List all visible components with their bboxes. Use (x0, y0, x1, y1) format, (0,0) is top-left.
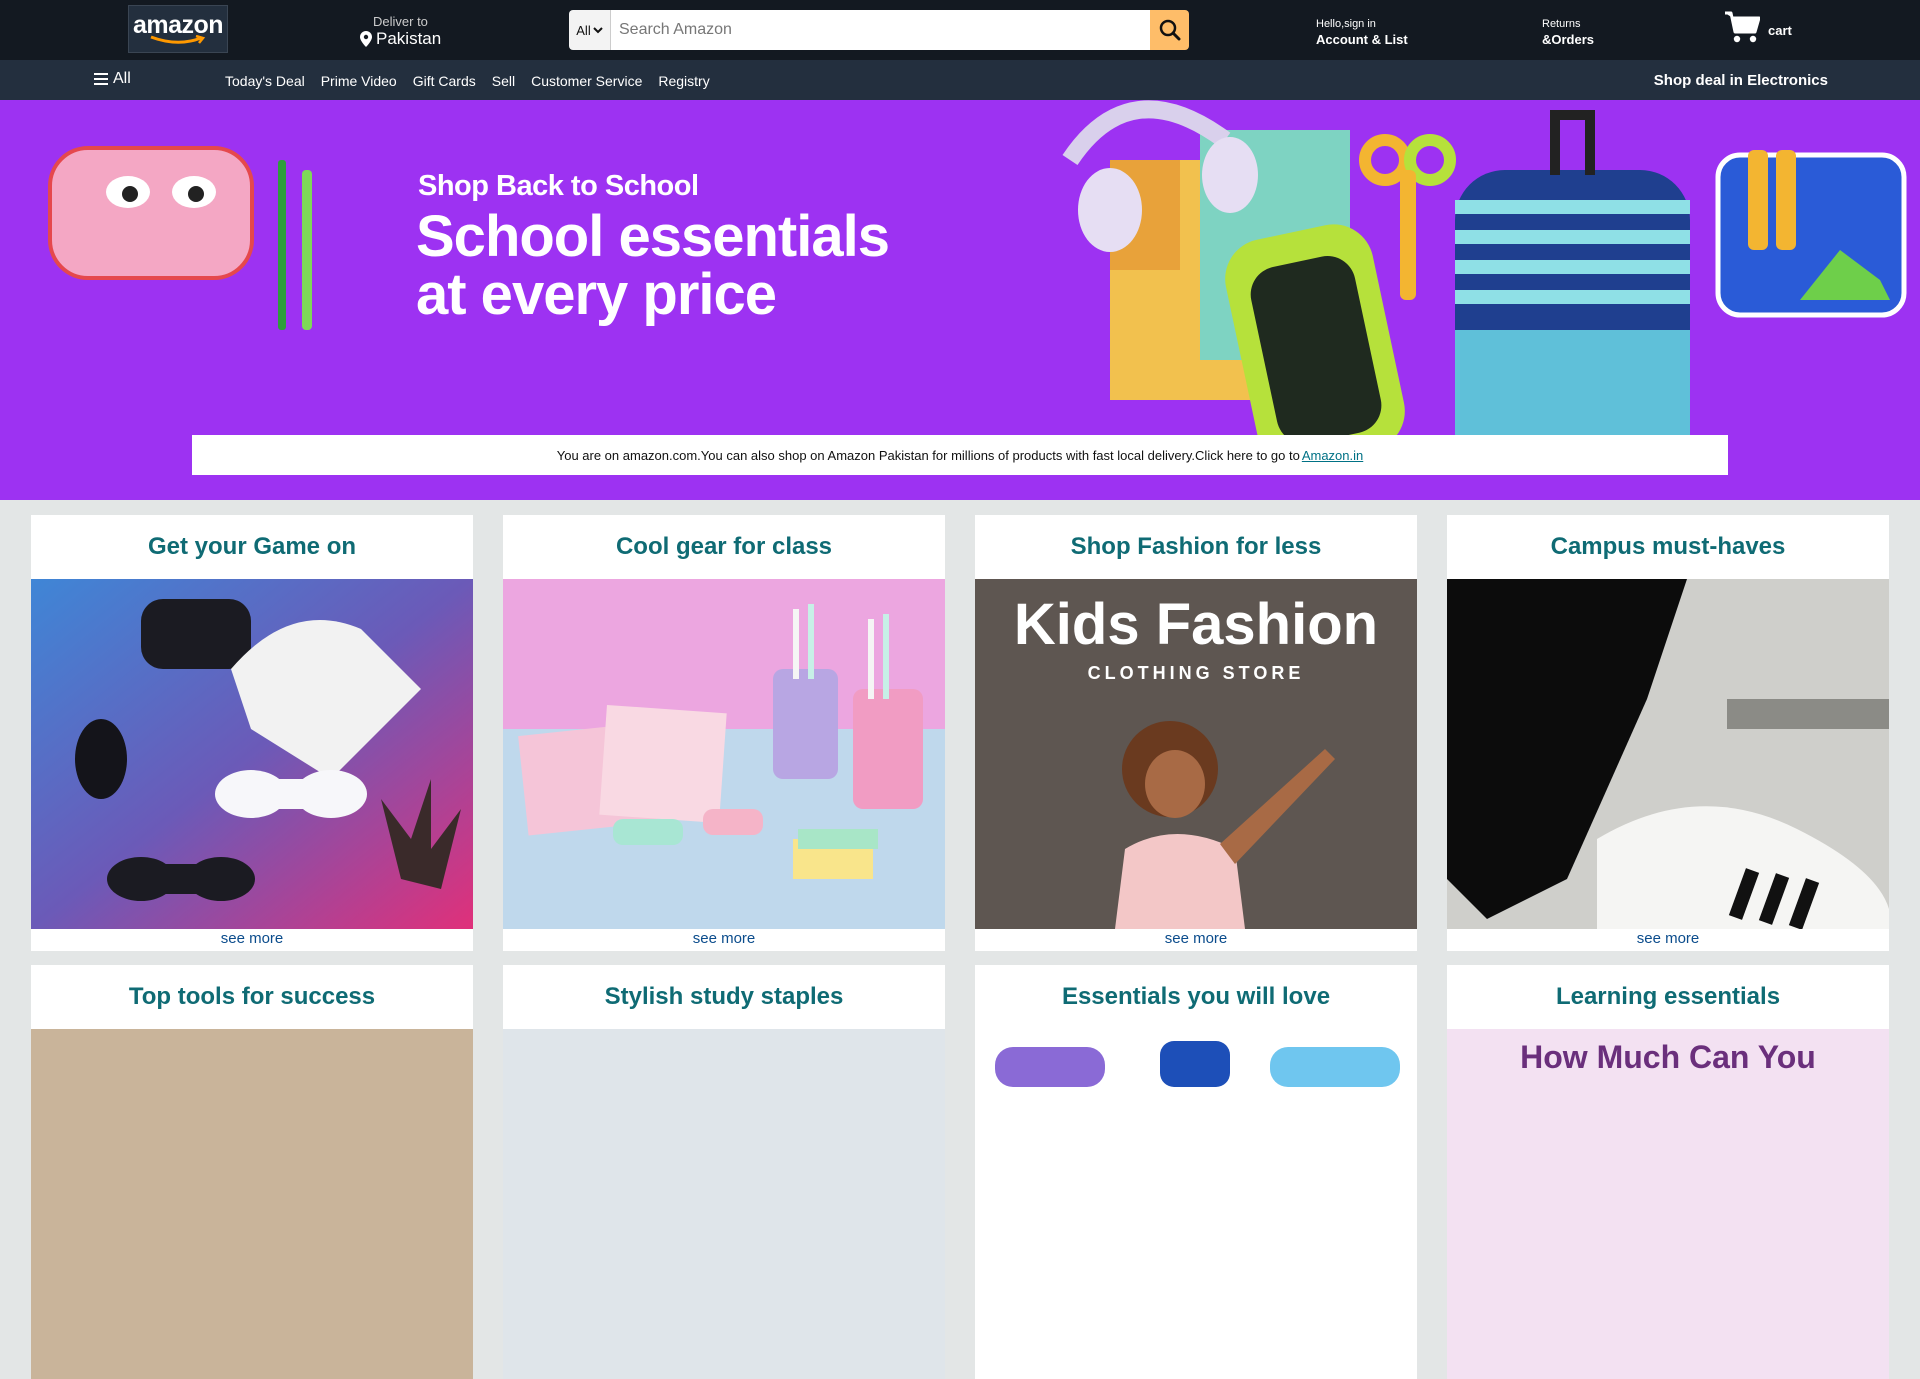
card-image-gaming[interactable] (31, 579, 473, 929)
subnav-links: Today's Deal Prime Video Gift Cards Sell… (225, 73, 710, 89)
card-title: Top tools for success (128, 983, 376, 1010)
card-title: Essentials you will love (1061, 983, 1331, 1010)
card-game: Get your Game on see more (31, 515, 473, 951)
hamburger-icon (94, 73, 108, 85)
deliver-to[interactable]: Deliver to Pakistan (360, 14, 441, 49)
hero-title-line2: at every price (416, 262, 777, 327)
subnav-link-customer-service[interactable]: Customer Service (531, 73, 642, 89)
card-title: Stylish study staples (604, 983, 844, 1010)
deliver-location: Pakistan (376, 29, 442, 48)
card-essentials-love: Essentials you will love (975, 965, 1417, 1379)
card-class-gear: Cool gear for class see more (503, 515, 945, 951)
cart-button[interactable]: cart (1724, 10, 1792, 44)
subnav-link-registry[interactable]: Registry (658, 73, 709, 89)
card-image-kids-fashion[interactable]: Kids Fashion CLOTHING STORE (975, 579, 1417, 929)
search-bar: All (569, 10, 1189, 50)
child-photo (1115, 721, 1335, 929)
search-input[interactable] (611, 10, 1150, 50)
account-label: Account & List (1316, 32, 1408, 47)
returns-orders[interactable]: Returns &Orders (1542, 18, 1594, 47)
locale-notice: You are on amazon.com.You can also shop … (192, 435, 1728, 475)
search-icon (1159, 19, 1180, 41)
deliver-label: Deliver to (373, 14, 428, 29)
card-learning: Learning essentials How Much Can You (1447, 965, 1889, 1379)
subnav-link-todays-deal[interactable]: Today's Deal (225, 73, 305, 89)
see-more-link[interactable]: see more (975, 929, 1417, 951)
card-image-tools[interactable] (31, 1029, 473, 1379)
cart-icon (1725, 11, 1760, 43)
gaming-gear-image (31, 579, 473, 929)
stationery-image (503, 579, 945, 929)
card-image-study[interactable] (503, 1029, 945, 1379)
see-more-link[interactable]: see more (1447, 929, 1889, 951)
card-title: Shop Fashion for less (1070, 533, 1322, 560)
smile-arrow-icon (150, 35, 206, 44)
card-image-learning[interactable]: How Much Can You (1447, 1029, 1889, 1379)
search-category-value: All (576, 22, 591, 38)
returns-label: Returns (1542, 18, 1581, 30)
hero-title: School essentials at every price (416, 204, 890, 327)
orders-label: &Orders (1542, 32, 1595, 47)
sneakers-image (1447, 579, 1889, 929)
all-menu-button[interactable]: All (94, 70, 131, 88)
amazon-logo[interactable]: amazon (128, 5, 228, 53)
sub-nav: All Today's Deal Prime Video Gift Cards … (0, 60, 1920, 100)
bottles-image (995, 1041, 1400, 1087)
subnav-link-sell[interactable]: Sell (492, 73, 515, 89)
card-campus: Campus must-haves see more (1447, 515, 1889, 951)
card-fashion: Shop Fashion for less Kids Fashion CLOTH… (975, 515, 1417, 951)
top-nav: amazon Deliver to Pakistan All Search Am… (0, 0, 1920, 60)
card-title: Campus must-haves (1550, 533, 1786, 560)
all-label: All (113, 70, 131, 87)
cart-label: cart (1768, 23, 1792, 38)
search-category-select[interactable]: All (569, 10, 611, 50)
hero-banner[interactable]: Shop Back to School School essentials at… (0, 100, 1920, 500)
account-menu[interactable]: Hello,sign in Account & List (1316, 18, 1408, 47)
location-pin-icon (360, 31, 372, 47)
card-image-sneakers[interactable] (1447, 579, 1889, 929)
electronics-deal-link[interactable]: Shop deal in Electronics (1654, 72, 1828, 89)
subnav-link-prime-video[interactable]: Prime Video (321, 73, 397, 89)
search-button[interactable] (1150, 10, 1189, 50)
card-title: Cool gear for class (615, 533, 833, 560)
hero-kicker: Shop Back to School (418, 170, 699, 202)
locale-notice-link[interactable]: Amazon.in (1302, 448, 1363, 463)
locale-notice-text: You are on amazon.com.You can also shop … (556, 447, 1300, 463)
card-image-bottles[interactable] (975, 1029, 1417, 1379)
hero-title-line1: School essentials (416, 204, 890, 269)
card-title: Learning essentials (1555, 983, 1781, 1010)
see-more-link[interactable]: see more (503, 929, 945, 951)
card-image-stationery[interactable] (503, 579, 945, 929)
subnav-link-gift-cards[interactable]: Gift Cards (413, 73, 476, 89)
account-greeting: Hello,sign in (1316, 18, 1376, 30)
chevron-down-icon (593, 27, 603, 34)
card-title: Get your Game on (147, 533, 357, 560)
card-study-staples: Stylish study staples (503, 965, 945, 1379)
see-more-link[interactable]: see more (31, 929, 473, 951)
learning-image-text: How Much Can You (1520, 1039, 1816, 1075)
logo-text: amazon (132, 11, 224, 39)
card-tools: Top tools for success (31, 965, 473, 1379)
